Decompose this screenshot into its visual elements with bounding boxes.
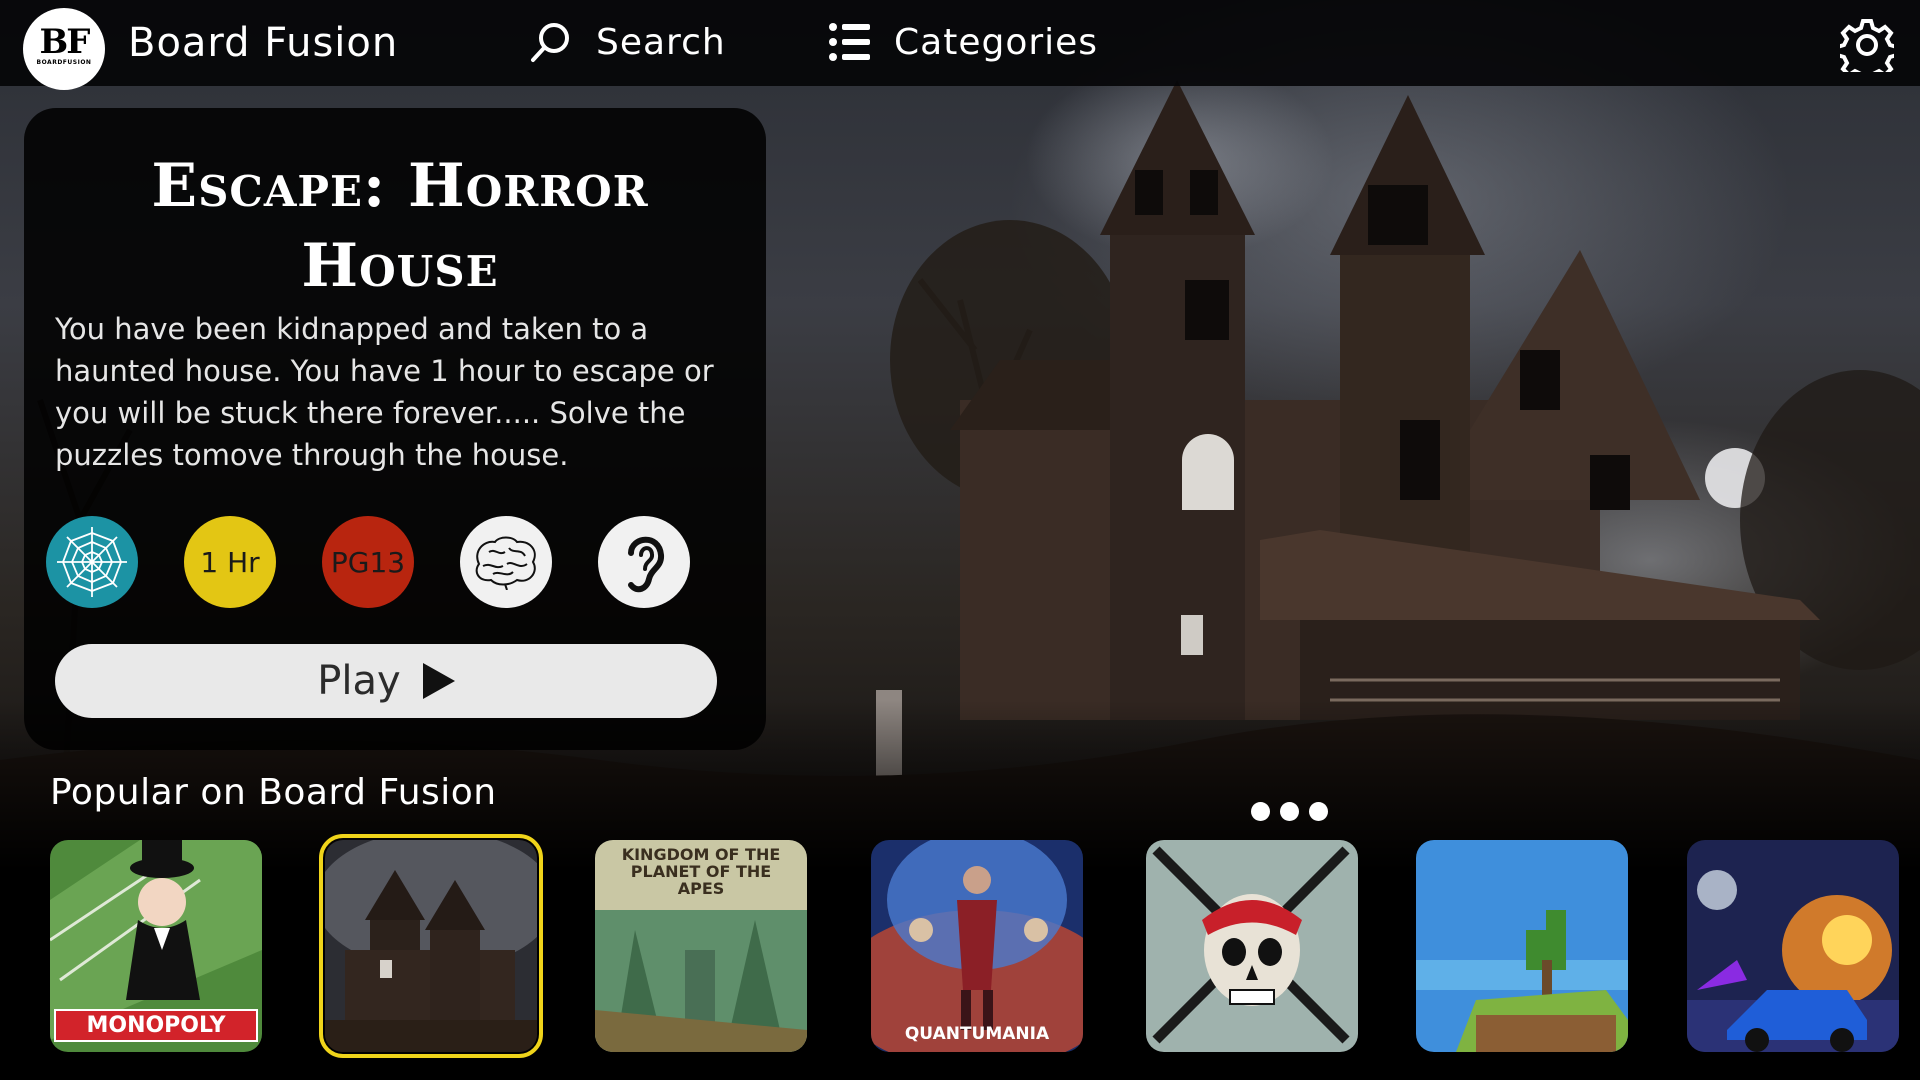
game-tile-minecraft[interactable] <box>1416 840 1628 1052</box>
brain-icon <box>475 536 536 590</box>
logo-mark: BF <box>39 22 91 62</box>
horror-house-thumbnail <box>325 840 537 1052</box>
list-icon <box>829 23 870 61</box>
game-tile-planet-of-the-apes[interactable]: KINGDOM OF THE PLANET OF THE APES <box>595 840 807 1052</box>
apes-title-text: KINGDOM OF THE PLANET OF THE APES <box>621 845 781 898</box>
featured-title: Escape: Horror House <box>151 151 649 301</box>
game-tile-horror-house[interactable] <box>319 834 543 1058</box>
quantumania-thumbnail <box>871 840 1083 1052</box>
more-dot <box>1251 802 1270 821</box>
categories-label: Categories <box>894 21 1099 63</box>
search-icon <box>531 23 569 62</box>
spiderweb-icon <box>57 527 127 597</box>
puzzle-skill-badge <box>460 516 552 608</box>
brand-logo[interactable]: BF BOARDFUSION <box>23 8 105 90</box>
horror-genre-badge <box>46 516 138 608</box>
game-tile-monopoly[interactable]: MONOPOLY <box>50 840 262 1052</box>
minecraft-thumbnail <box>1416 840 1628 1052</box>
monopoly-logo-text: MONOPOLY <box>54 1009 258 1042</box>
play-icon <box>422 663 455 699</box>
quantumania-title-text: QUANTUMANIA <box>904 1024 1050 1044</box>
settings-button[interactable] <box>1835 18 1899 83</box>
game-tile-rocket-league[interactable] <box>1687 840 1899 1052</box>
popular-section-title: Popular on Board Fusion <box>50 772 497 813</box>
gear-icon <box>1835 19 1899 83</box>
featured-description: You have been kidnapped and taken to a h… <box>55 312 714 472</box>
search-label: Search <box>596 21 726 63</box>
age-rating-badge: PG13 <box>322 516 414 608</box>
more-dot <box>1280 802 1299 821</box>
top-navigation-bar: BF BOARDFUSION Board Fusion Search Categ… <box>0 0 1920 90</box>
more-dots-icon[interactable] <box>1251 802 1328 821</box>
audio-required-badge <box>598 516 690 608</box>
featured-game-card: Escape: Horror House You have been kidna… <box>24 108 766 750</box>
more-dot <box>1309 802 1328 821</box>
search-button[interactable]: Search <box>528 18 726 66</box>
ear-icon <box>628 536 665 593</box>
categories-button[interactable]: Categories <box>828 18 1098 66</box>
play-button[interactable]: Play <box>55 644 717 718</box>
pirates-thumbnail <box>1146 840 1358 1052</box>
game-tile-quantumania[interactable]: QUANTUMANIA <box>871 840 1083 1052</box>
logo-wordmark: BOARDFUSION <box>36 59 92 66</box>
brand-name: Board Fusion <box>128 20 399 66</box>
play-label: Play <box>317 658 401 704</box>
duration-badge: 1 Hr <box>184 516 276 608</box>
rocket-league-thumbnail <box>1687 840 1899 1052</box>
game-tile-pirates[interactable] <box>1146 840 1358 1052</box>
